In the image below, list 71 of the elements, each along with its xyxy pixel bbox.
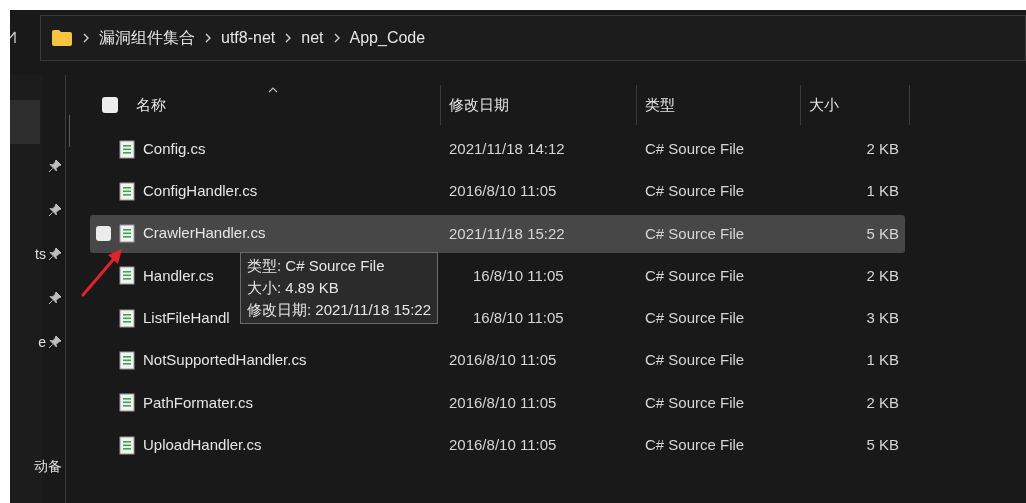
pin-icon[interactable] xyxy=(48,335,62,349)
column-header[interactable]: 类型 xyxy=(645,93,675,117)
chevron-icon xyxy=(285,32,292,43)
file-type: C# Source File xyxy=(645,309,745,327)
modified-date: 2016/8/10 11:05 xyxy=(449,393,557,411)
file-type: C# Source File xyxy=(645,436,745,454)
file-type: C# Source File xyxy=(645,182,745,200)
nav-item-label[interactable]: 动备 xyxy=(12,456,62,477)
file-size: 2 KB xyxy=(866,393,899,411)
file-name[interactable]: ListFileHandl xyxy=(143,306,230,330)
column-header[interactable]: 修改日期 xyxy=(449,93,509,117)
file-name[interactable]: CrawlerHandler.cs xyxy=(143,222,266,245)
document-icon xyxy=(119,181,135,201)
file-name[interactable]: UploadHandler.cs xyxy=(143,433,262,457)
tooltip-line: 修改日期: 2021/11/18 15:22 xyxy=(247,300,431,320)
file-size: 1 KB xyxy=(866,182,899,200)
chevron-icon xyxy=(205,32,211,43)
file-size: 5 KB xyxy=(866,436,899,454)
pin-icon[interactable] xyxy=(48,203,62,217)
file-size: 2 KB xyxy=(866,140,899,157)
modified-date: 16/8/10 11:05 xyxy=(473,266,564,284)
document-icon xyxy=(119,308,135,328)
nav-item-label: ts xyxy=(35,244,46,264)
file-size: 1 KB xyxy=(866,351,899,369)
breadcrumb-item[interactable]: utf8-net xyxy=(221,25,276,50)
column-header[interactable]: 名称 xyxy=(136,93,166,117)
file-type: C# Source File xyxy=(645,140,745,157)
pin-icon[interactable] xyxy=(48,247,62,261)
file-name[interactable]: NotSupportedHandler.cs xyxy=(143,349,307,372)
file-size: 3 KB xyxy=(866,309,899,327)
breadcrumb-item[interactable]: App_Code xyxy=(349,25,426,50)
select-all-checkbox[interactable] xyxy=(102,97,118,113)
modified-date: 2016/8/10 11:05 xyxy=(449,182,557,200)
pin-icon[interactable] xyxy=(48,291,62,305)
file-type: C# Source File xyxy=(645,224,745,242)
document-icon xyxy=(119,393,135,413)
folder-icon xyxy=(51,28,73,47)
breadcrumb-item[interactable]: net xyxy=(301,25,324,50)
document-icon xyxy=(119,266,135,286)
sort-up-icon xyxy=(268,87,278,93)
file-type: C# Source File xyxy=(645,351,745,369)
address-bar[interactable]: 漏洞组件集合 utf8-net net App_Code xyxy=(40,14,1026,61)
tooltip-line: 大小: 4.89 KB xyxy=(247,278,340,298)
file-size: 5 KB xyxy=(866,224,899,242)
modified-date: 2021/11/18 14:12 xyxy=(449,140,565,157)
chevron-icon xyxy=(83,32,89,43)
column-header[interactable]: 大小 xyxy=(809,93,839,117)
tooltip-line: 类型: C# Source File xyxy=(247,256,386,276)
modified-date: 2016/8/10 11:05 xyxy=(449,436,557,454)
modified-date: 2021/11/18 15:22 xyxy=(449,224,565,242)
chevron-icon xyxy=(333,32,340,43)
row-checkbox[interactable] xyxy=(96,226,111,242)
document-icon xyxy=(119,139,135,159)
file-size: 2 KB xyxy=(866,266,899,284)
nav-item[interactable]: e xyxy=(10,320,64,364)
pin-icon[interactable] xyxy=(48,159,62,173)
file-type: C# Source File xyxy=(645,266,745,284)
nav-item[interactable]: ts xyxy=(10,232,64,276)
file-type: C# Source File xyxy=(645,393,745,411)
file-name[interactable]: PathFormater.cs xyxy=(143,391,254,415)
document-icon xyxy=(119,435,135,455)
file-name[interactable]: ConfigHandler.cs xyxy=(143,180,258,203)
modified-date: 16/8/10 11:05 xyxy=(473,309,564,327)
document-icon xyxy=(119,224,135,244)
nav-item-label: e xyxy=(38,332,46,352)
file-row-highlight[interactable]: CrawlerHandler.cs 2021/11/18 15:22 C# Source File 5 KB xyxy=(90,214,905,253)
document-icon xyxy=(119,351,135,370)
breadcrumb-item[interactable]: 漏洞组件集合 xyxy=(99,25,195,50)
file-name[interactable]: Config.cs xyxy=(143,137,206,161)
modified-date: 2016/8/10 11:05 xyxy=(449,351,557,369)
file-name[interactable]: Handler.cs xyxy=(143,264,214,288)
